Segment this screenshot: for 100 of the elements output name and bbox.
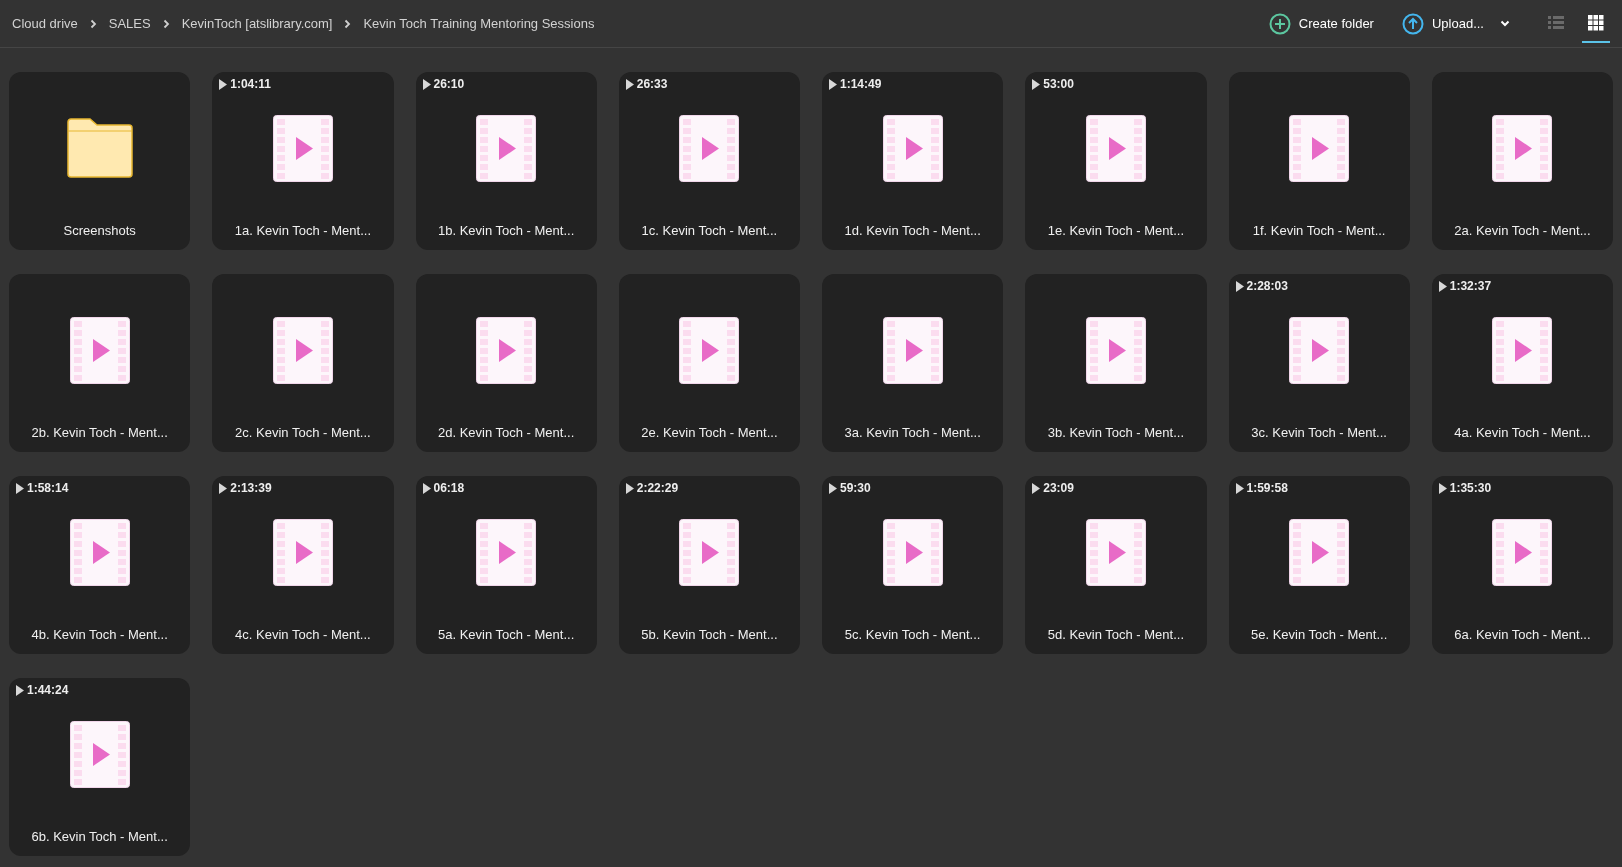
grid-icon [1588, 14, 1604, 31]
file-name: 2e. Kevin Toch - Ment... [641, 423, 778, 442]
video-file-icon [679, 114, 740, 182]
play-icon [16, 684, 24, 696]
video-tile[interactable]: 3b. Kevin Toch - Ment... [1025, 274, 1207, 452]
video-tile[interactable]: 59:30 5c. Kevin Toch - Ment... [822, 476, 1004, 654]
file-name: 1e. Kevin Toch - Ment... [1047, 221, 1185, 240]
video-file-icon [1289, 316, 1350, 384]
video-duration: 1:32:37 [1449, 278, 1492, 295]
file-name: 1f. Kevin Toch - Ment... [1252, 221, 1386, 240]
create-folder-button[interactable]: Create folder [1268, 12, 1374, 35]
video-tile[interactable]: 1:04:11 1a. Kevin Toch - Ment... [212, 72, 394, 250]
video-duration: 53:00 [1043, 76, 1074, 93]
video-file-icon [1289, 518, 1350, 586]
video-tile[interactable]: 1:58:14 4b. Kevin Toch - Ment... [9, 476, 191, 654]
list-icon [1548, 15, 1564, 30]
breadcrumb-link[interactable]: Kevin Toch Training Mentoring Sessions [363, 13, 595, 34]
video-duration: 26:33 [636, 76, 668, 93]
file-name: 5a. Kevin Toch - Ment... [437, 625, 575, 644]
video-tile[interactable]: 26:10 1b. Kevin Toch - Ment... [415, 72, 597, 250]
video-tile[interactable]: 1:35:30 6a. Kevin Toch - Ment... [1431, 476, 1613, 654]
video-file-icon [69, 316, 130, 384]
video-tile[interactable]: 2d. Kevin Toch - Ment... [415, 274, 597, 452]
breadcrumb-link[interactable]: KevinToch [atslibrary.com] [181, 13, 333, 34]
file-name: 3b. Kevin Toch - Ment... [1047, 423, 1185, 442]
video-tile[interactable]: 06:18 5a. Kevin Toch - Ment... [415, 476, 597, 654]
file-name: 2d. Kevin Toch - Ment... [437, 423, 575, 442]
file-name: 1a. Kevin Toch - Ment... [234, 221, 372, 240]
video-tile[interactable]: 1:44:24 6b. Kevin Toch - Ment... [9, 678, 191, 856]
video-file-icon [69, 518, 130, 586]
video-tile[interactable]: 26:33 1c. Kevin Toch - Ment... [618, 72, 800, 250]
video-duration: 1:04:11 [230, 76, 271, 93]
file-name: 5e. Kevin Toch - Ment... [1250, 625, 1388, 644]
file-name: 5c. Kevin Toch - Ment... [844, 625, 981, 644]
play-icon [625, 78, 634, 90]
play-icon [1438, 482, 1447, 494]
play-icon [1032, 78, 1041, 90]
video-tile[interactable]: 2b. Kevin Toch - Ment... [9, 274, 191, 452]
video-duration: 26:10 [433, 76, 465, 93]
upload-icon [1401, 12, 1424, 35]
video-file-icon [1492, 114, 1553, 182]
video-duration: 23:09 [1043, 480, 1074, 497]
video-tile[interactable]: 1:59:58 5e. Kevin Toch - Ment... [1228, 476, 1410, 654]
video-file-icon [1085, 316, 1146, 384]
file-name: 2a. Kevin Toch - Ment... [1454, 221, 1591, 240]
play-icon [219, 482, 228, 494]
video-file-icon [882, 114, 943, 182]
file-name: 5b. Kevin Toch - Ment... [641, 625, 778, 644]
play-icon [829, 78, 837, 90]
video-file-icon [1085, 518, 1146, 586]
video-tile[interactable]: 23:09 5d. Kevin Toch - Ment... [1025, 476, 1207, 654]
play-icon [1235, 280, 1244, 292]
video-duration: 1:59:58 [1246, 480, 1288, 497]
video-file-icon [272, 316, 333, 384]
video-tile[interactable]: 2:13:39 4c. Kevin Toch - Ment... [212, 476, 394, 654]
file-name: 4b. Kevin Toch - Ment... [31, 625, 168, 644]
file-name: 1d. Kevin Toch - Ment... [844, 221, 981, 240]
video-tile[interactable]: 53:00 1e. Kevin Toch - Ment... [1025, 72, 1207, 250]
video-tile[interactable]: 2c. Kevin Toch - Ment... [212, 274, 394, 452]
video-duration: 1:58:14 [27, 480, 69, 497]
video-file-icon [882, 316, 943, 384]
play-icon [219, 78, 228, 90]
breadcrumb-link[interactable]: Cloud drive [12, 13, 78, 34]
video-tile[interactable]: 2a. Kevin Toch - Ment... [1431, 72, 1613, 250]
video-tile[interactable]: 1:14:49 1d. Kevin Toch - Ment... [822, 72, 1004, 250]
video-duration: 2:13:39 [230, 480, 272, 497]
upload-button[interactable]: Upload... [1401, 12, 1484, 35]
video-file-icon [1492, 316, 1553, 384]
video-file-icon [272, 518, 333, 586]
video-duration: 1:44:24 [27, 682, 69, 699]
video-duration: 59:30 [840, 480, 871, 497]
chevron-down-icon[interactable] [1500, 20, 1510, 27]
breadcrumb-link[interactable]: SALES [108, 13, 151, 34]
file-name: 2c. Kevin Toch - Ment... [235, 423, 371, 442]
folder-icon [65, 118, 134, 179]
play-icon [1032, 482, 1041, 494]
video-tile[interactable]: 2:22:29 5b. Kevin Toch - Ment... [618, 476, 800, 654]
video-duration: 1:14:49 [840, 76, 882, 93]
video-tile[interactable]: 2e. Kevin Toch - Ment... [618, 274, 800, 452]
video-file-icon [1289, 114, 1350, 182]
file-name: 4c. Kevin Toch - Ment... [235, 625, 371, 644]
plus-circle-icon [1268, 12, 1291, 35]
file-name: 2b. Kevin Toch - Ment... [31, 423, 168, 442]
play-icon [625, 482, 634, 494]
folder-tile[interactable]: Screenshots [9, 72, 191, 250]
video-tile[interactable]: 1f. Kevin Toch - Ment... [1228, 72, 1410, 250]
video-tile[interactable]: 2:28:03 3c. Kevin Toch - Ment... [1228, 274, 1410, 452]
file-name: 3c. Kevin Toch - Ment... [1251, 423, 1387, 442]
video-file-icon [1492, 518, 1553, 586]
file-name: 5d. Kevin Toch - Ment... [1047, 625, 1185, 644]
video-tile[interactable]: 3a. Kevin Toch - Ment... [822, 274, 1004, 452]
video-duration: 06:18 [433, 480, 465, 497]
video-file-icon [476, 316, 537, 384]
file-name: 6a. Kevin Toch - Ment... [1454, 625, 1591, 644]
video-file-icon [476, 518, 537, 586]
video-file-icon [679, 316, 740, 384]
video-tile[interactable]: 1:32:37 4a. Kevin Toch - Ment... [1431, 274, 1613, 452]
file-name: 1c. Kevin Toch - Ment... [641, 221, 778, 240]
file-name: 6b. Kevin Toch - Ment... [31, 827, 168, 846]
video-file-icon [679, 518, 740, 586]
